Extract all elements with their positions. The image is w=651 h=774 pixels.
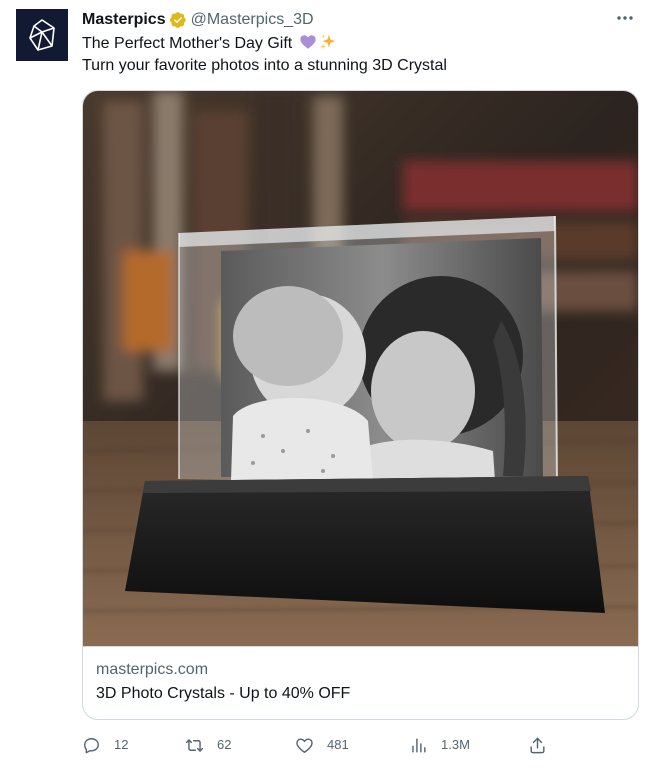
card-image[interactable] <box>83 91 638 646</box>
views-count: 1.3M <box>441 737 470 752</box>
retweet-count: 62 <box>217 737 232 752</box>
tweet-text-line2: Turn your favorite photos into a stunnin… <box>82 57 447 74</box>
link-card[interactable]: masterpics.com 3D Photo Crystals - Up to… <box>82 90 639 720</box>
card-title[interactable]: 3D Photo Crystals - Up to 40% OFF <box>96 684 625 704</box>
reply-button[interactable]: 12 <box>82 733 128 757</box>
reply-icon <box>84 737 99 753</box>
tweet-header: Masterpics @Masterpics_3D <box>82 9 635 31</box>
retweet-button[interactable]: 62 <box>185 733 231 757</box>
sparkles-icon <box>319 33 337 51</box>
card-meta[interactable]: masterpics.com 3D Photo Crystals - Up to… <box>83 646 638 719</box>
tweet-text: The Perfect Mother's Day Gift Turn your … <box>82 33 627 77</box>
card-domain[interactable]: masterpics.com <box>96 660 625 680</box>
share-button[interactable] <box>528 733 560 757</box>
avatar[interactable] <box>16 9 68 61</box>
more-options-button[interactable] <box>613 8 637 28</box>
like-count: 481 <box>327 737 349 752</box>
tweet-text-line1: The Perfect Mother's Day Gift <box>82 35 293 52</box>
like-icon <box>296 737 313 753</box>
views-icon <box>412 737 426 753</box>
more-options-icon <box>617 16 633 20</box>
like-button[interactable]: 481 <box>295 733 349 757</box>
retweet-icon <box>185 738 204 752</box>
author-name[interactable]: Masterpics <box>82 10 166 30</box>
purple-heart-icon <box>299 33 317 51</box>
author-handle[interactable]: @Masterpics_3D <box>191 10 314 30</box>
action-bar: 12 62 481 1.3M <box>82 733 552 757</box>
reply-count: 12 <box>114 737 129 752</box>
crystal-logo-icon <box>29 19 55 51</box>
verified-badge-icon <box>169 11 187 29</box>
share-icon <box>530 737 545 753</box>
views-button[interactable]: 1.3M <box>409 733 470 757</box>
